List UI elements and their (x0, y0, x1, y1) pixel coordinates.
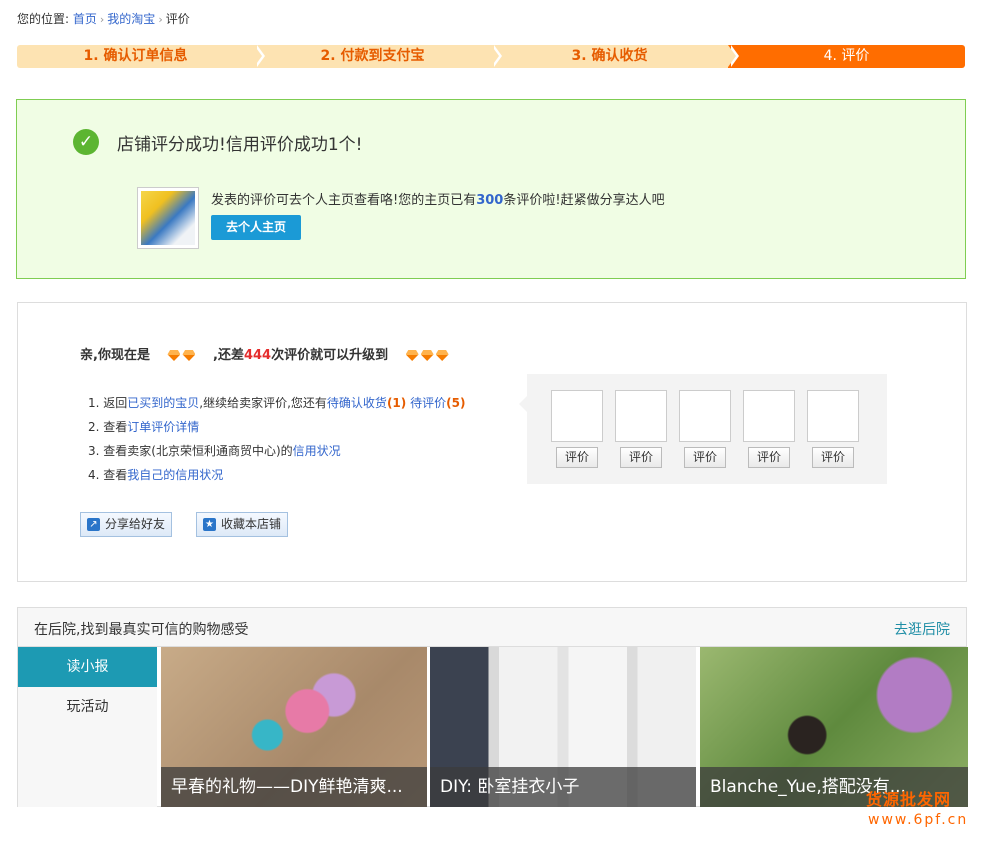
backyard-header: 在后院,找到最真实可信的购物感受 去逛后院 (18, 608, 966, 647)
purchased-items-link[interactable]: 已买到的宝贝 (127, 396, 199, 410)
favorite-shop-button[interactable]: ★ 收藏本店铺 (196, 512, 288, 537)
card-caption: DIY: 卧室挂衣小子 (430, 767, 696, 807)
step-label: 4. 评价 (823, 48, 870, 64)
tab-read-newspaper[interactable]: 读小报 (18, 647, 157, 687)
breadcrumb: 您的位置: 首页 › 我的淘宝 › 评价 (17, 10, 190, 27)
progress-steps: 1. 确认订单信息 2. 付款到支付宝 3. 确认收货 4. 评价 (17, 45, 965, 68)
step-confirm-receipt: 3. 确认收货 (491, 45, 739, 68)
next-steps-list: 1. 返回已买到的宝贝,继续给卖家评价,您还有待确认收货(1) 待评价(5) 2… (88, 395, 465, 491)
desc-suffix: 条评价啦!赶紧做分享达人吧 (503, 193, 665, 208)
level-title-suffix: 次评价就可以升级到 (271, 348, 389, 363)
check-circle-icon: ✓ (73, 129, 99, 155)
watermark-url: www.6pf.cn (868, 812, 969, 828)
level-title: 亲,你现在是 ,还差444次评价就可以升级到 (80, 344, 462, 363)
item-text: 1. 返回 (88, 396, 128, 410)
rate-button[interactable]: 评价 (556, 447, 598, 468)
diamond-icon (167, 350, 181, 361)
list-item: 4. 查看我自己的信用状况 (88, 467, 465, 491)
level-title-mid: ,还差 (213, 348, 244, 363)
item-image[interactable] (807, 390, 859, 442)
rate-item: 评价 (679, 390, 731, 468)
item-text: ,继续给卖家评价,您还有 (199, 396, 327, 410)
item-text: 4. 查看 (88, 468, 128, 482)
rate-button[interactable]: 评价 (620, 447, 662, 468)
order-review-details-link[interactable]: 订单评价详情 (127, 420, 199, 434)
chevron-right-icon: › (99, 13, 105, 26)
step-label: 1. 确认订单信息 (83, 48, 188, 64)
item-image[interactable] (615, 390, 667, 442)
rate-button[interactable]: 评价 (748, 447, 790, 468)
remaining-count: 444 (243, 348, 272, 363)
list-item: 2. 查看订单评价详情 (88, 419, 465, 443)
rate-item: 评价 (551, 390, 603, 468)
review-count: 300 (476, 193, 504, 208)
diamond-icon (182, 350, 196, 361)
watermark: 货源批发网 (866, 790, 952, 809)
list-item: 1. 返回已买到的宝贝,继续给卖家评价,您还有待确认收货(1) 待评价(5) (88, 395, 465, 419)
level-panel: 亲,你现在是 ,还差444次评价就可以升级到 1. 返回已买到的宝贝,继续给卖家… (17, 302, 967, 582)
item-image[interactable] (679, 390, 731, 442)
rate-button[interactable]: 评价 (684, 447, 726, 468)
next-level-diamonds (405, 348, 450, 363)
item-text: 2. 查看 (88, 420, 128, 434)
success-message: 店铺评分成功!信用评价成功1个! (117, 135, 363, 155)
step-review: 4. 评价 (728, 45, 965, 68)
pending-rate-link[interactable]: 待评价 (410, 396, 446, 410)
step-label: 2. 付款到支付宝 (320, 48, 425, 64)
seller-credit-link[interactable]: 信用状况 (293, 444, 341, 458)
share-icon: ↗ (87, 518, 100, 531)
diamond-icon (405, 350, 419, 361)
article-card[interactable]: 早春的礼物——DIY鲜艳清爽... (161, 647, 427, 807)
article-card[interactable]: DIY: 卧室挂衣小子 (430, 647, 696, 807)
breadcrumb-home-link[interactable]: 首页 (73, 12, 97, 26)
backyard-section: 在后院,找到最真实可信的购物感受 去逛后院 读小报 玩活动 早春的礼物——DIY… (17, 607, 968, 807)
pending-confirm-link[interactable]: 待确认收货 (327, 396, 387, 410)
diamond-icon (435, 350, 449, 361)
rate-item: 评价 (615, 390, 667, 468)
my-credit-link[interactable]: 我自己的信用状况 (127, 468, 223, 482)
share-button-label: 分享给好友 (105, 517, 166, 531)
article-card[interactable]: Blanche_Yue,搭配没有... (700, 647, 968, 807)
favorite-button-label: 收藏本店铺 (221, 517, 282, 531)
step-label: 3. 确认收货 (571, 48, 648, 64)
breadcrumb-my-taobao-link[interactable]: 我的淘宝 (107, 12, 155, 26)
desc-prefix: 发表的评价可去个人主页查看咯!您的主页已有 (211, 193, 477, 208)
current-level-diamonds (166, 348, 201, 363)
breadcrumb-prefix: 您的位置: (17, 12, 70, 26)
chevron-right-icon: › (158, 13, 163, 26)
favorite-icon: ★ (203, 518, 216, 531)
pending-rate-count: (5) (446, 396, 466, 410)
product-thumbnail[interactable] (137, 187, 199, 249)
card-caption: 早春的礼物——DIY鲜艳清爽... (161, 767, 427, 807)
go-homepage-button[interactable]: 去个人主页 (211, 215, 301, 240)
level-title-prefix: 亲,你现在是 (80, 348, 150, 363)
success-panel: ✓ 店铺评分成功!信用评价成功1个! 发表的评价可去个人主页查看咯!您的主页已有… (16, 99, 966, 279)
backyard-tabs: 读小报 玩活动 (18, 647, 157, 807)
diamond-icon (420, 350, 434, 361)
step-pay: 2. 付款到支付宝 (254, 45, 502, 68)
share-button[interactable]: ↗ 分享给好友 (80, 512, 172, 537)
step-confirm-order: 1. 确认订单信息 (17, 45, 265, 68)
item-image[interactable] (743, 390, 795, 442)
rate-item: 评价 (743, 390, 795, 468)
rate-item: 评价 (807, 390, 859, 468)
item-image[interactable] (551, 390, 603, 442)
breadcrumb-current: 评价 (165, 12, 190, 26)
rate-items-panel: 评价 评价 评价 评价 评价 (519, 374, 887, 484)
pending-confirm-count: (1) (386, 396, 407, 410)
success-description: 发表的评价可去个人主页查看咯!您的主页已有300条评价啦!赶紧做分享达人吧 (211, 189, 665, 208)
tab-play-activities[interactable]: 玩活动 (18, 687, 157, 727)
visit-backyard-link[interactable]: 去逛后院 (894, 619, 950, 639)
backyard-title: 在后院,找到最真实可信的购物感受 (34, 622, 249, 638)
item-text: 3. 查看卖家(北京荣恒利通商贸中心)的 (88, 444, 293, 458)
rate-button[interactable]: 评价 (812, 447, 854, 468)
list-item: 3. 查看卖家(北京荣恒利通商贸中心)的信用状况 (88, 443, 465, 467)
